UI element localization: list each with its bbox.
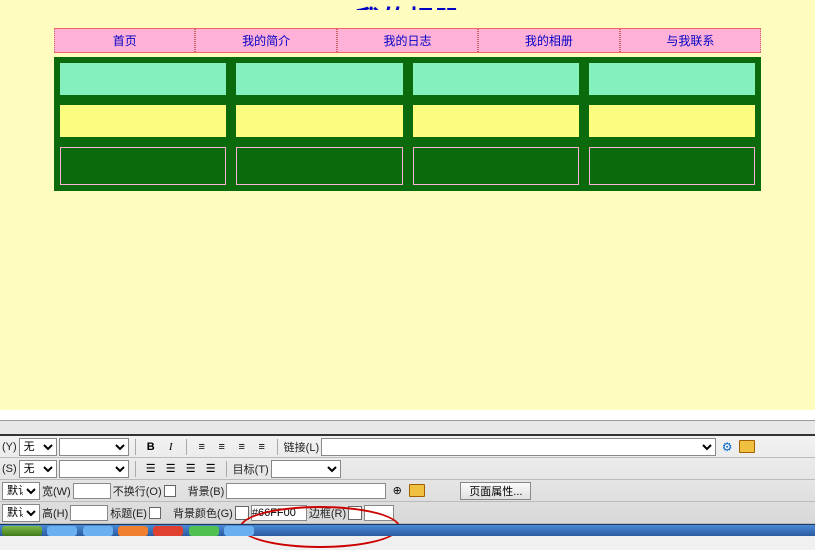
bg-browse-icon[interactable] xyxy=(408,483,426,499)
align-justify-icon[interactable]: ≡ xyxy=(253,439,271,455)
browse-icon[interactable] xyxy=(738,439,756,455)
table-cell[interactable] xyxy=(236,105,402,137)
border-swatch[interactable] xyxy=(348,506,362,520)
table-cell[interactable] xyxy=(236,147,402,185)
outdent-icon[interactable]: ☰ xyxy=(182,461,200,477)
table-cell[interactable] xyxy=(413,147,579,185)
align-center-icon[interactable]: ≡ xyxy=(213,439,231,455)
link-label: 链接(L) xyxy=(284,439,319,455)
title-label: 标题(E) xyxy=(110,505,147,521)
align-right-icon[interactable]: ≡ xyxy=(233,439,251,455)
divider xyxy=(135,439,136,455)
height-input[interactable] xyxy=(70,505,108,521)
indent-icon[interactable]: ☰ xyxy=(202,461,220,477)
page-title: 我的相册 xyxy=(0,0,815,10)
nowrap-label: 不换行(O) xyxy=(113,483,162,499)
table-grid[interactable] xyxy=(54,57,761,191)
align-left-icon[interactable]: ≡ xyxy=(193,439,211,455)
table-cell[interactable] xyxy=(589,105,755,137)
nav-contact[interactable]: 与我联系 xyxy=(620,29,761,52)
format-y-combo[interactable]: 无 xyxy=(19,438,57,456)
nowrap-checkbox[interactable] xyxy=(164,485,176,497)
bgcolor-input[interactable] xyxy=(251,505,307,521)
properties-toolbar: (Y) 无 B I ≡ ≡ ≡ ≡ 链接(L) ⚙ (S) 无 ☰ ☰ ☰ ☰ … xyxy=(0,434,815,524)
table-cell[interactable] xyxy=(60,147,226,185)
bold-button[interactable]: B xyxy=(142,439,160,455)
nav-album[interactable]: 我的相册 xyxy=(478,29,619,52)
bg-input[interactable] xyxy=(226,483,386,499)
nav-bar: 首页 我的简介 我的日志 我的相册 与我联系 xyxy=(54,28,761,53)
olist-icon[interactable]: ☰ xyxy=(162,461,180,477)
page-properties-button[interactable]: 页面属性... xyxy=(460,482,531,500)
italic-button[interactable]: I xyxy=(162,439,180,455)
nav-profile[interactable]: 我的简介 xyxy=(195,29,336,52)
table-cell[interactable] xyxy=(236,63,402,95)
bg-label: 背景(B) xyxy=(188,483,225,499)
table-cell[interactable] xyxy=(589,63,755,95)
border-input[interactable] xyxy=(364,505,394,521)
table-cell[interactable] xyxy=(60,63,226,95)
suffix-y-label: (Y) xyxy=(2,441,17,453)
chain-link-icon[interactable]: ⚙ xyxy=(718,439,736,455)
format-s-combo[interactable]: 无 xyxy=(19,460,57,478)
target-label: 目标(T) xyxy=(233,461,269,477)
vert-combo[interactable]: 默认 xyxy=(2,504,40,522)
border-label: 边框(R) xyxy=(309,505,346,521)
table-cell[interactable] xyxy=(413,63,579,95)
ulist-icon[interactable]: ☰ xyxy=(142,461,160,477)
width-label: 宽(W) xyxy=(42,483,71,499)
horz-combo[interactable]: 默认 xyxy=(2,482,40,500)
target-combo[interactable] xyxy=(271,460,341,478)
gap-strip xyxy=(0,410,815,420)
font-combo[interactable] xyxy=(59,438,129,456)
table-cell[interactable] xyxy=(589,147,755,185)
scrollbar[interactable] xyxy=(0,420,815,434)
bg-target-icon[interactable]: ⊕ xyxy=(388,483,406,499)
title-checkbox[interactable] xyxy=(149,507,161,519)
table-cell[interactable] xyxy=(413,105,579,137)
width-input[interactable] xyxy=(73,483,111,499)
size-combo[interactable] xyxy=(59,460,129,478)
divider xyxy=(135,461,136,477)
table-cell[interactable] xyxy=(60,105,226,137)
divider xyxy=(186,439,187,455)
bgcolor-label: 背景颜色(G) xyxy=(173,505,233,521)
bgcolor-swatch[interactable] xyxy=(235,506,249,520)
nav-blog[interactable]: 我的日志 xyxy=(337,29,478,52)
suffix-s-label: (S) xyxy=(2,463,17,475)
taskbar[interactable] xyxy=(0,524,815,536)
divider xyxy=(277,439,278,455)
divider xyxy=(226,461,227,477)
height-label: 高(H) xyxy=(42,505,68,521)
nav-home[interactable]: 首页 xyxy=(54,29,195,52)
link-combo[interactable] xyxy=(321,438,716,456)
